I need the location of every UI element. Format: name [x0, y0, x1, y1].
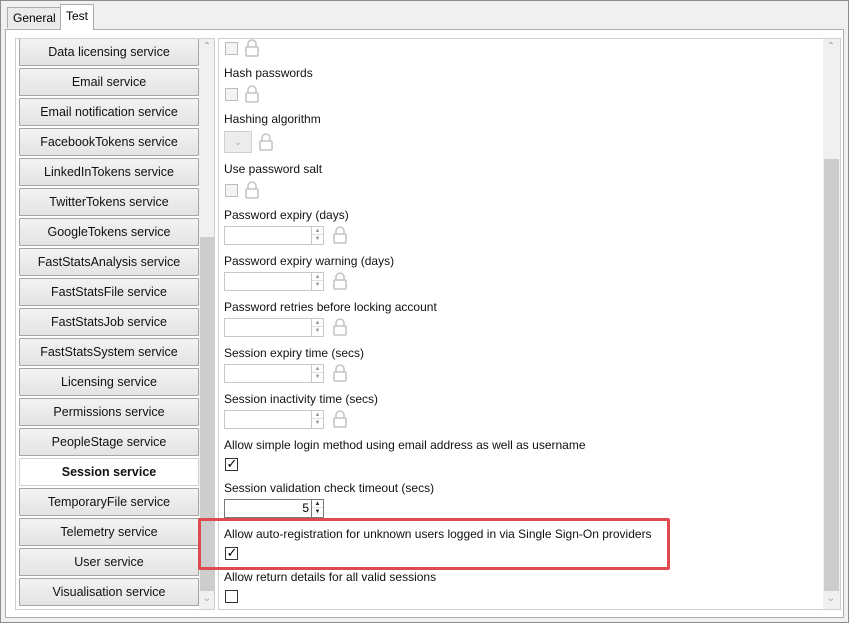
lock-icon[interactable] — [245, 85, 259, 103]
spin-down-icon[interactable]: ▼ — [312, 508, 323, 516]
password-retries-spinner[interactable]: ▲ ▼ — [311, 319, 323, 336]
lock-icon[interactable] — [245, 39, 259, 57]
allow-auto-registration-label: Allow auto-registration for unknown user… — [224, 527, 652, 541]
lock-icon[interactable] — [259, 133, 273, 151]
service-item-twitter-tokens[interactable]: TwitterTokens service — [19, 188, 199, 216]
password-expiry-spinner[interactable]: ▲ ▼ — [311, 227, 323, 244]
session-inactivity-spinner[interactable]: ▲ ▼ — [311, 411, 323, 428]
lock-icon[interactable] — [333, 226, 347, 244]
lock-icon[interactable] — [245, 181, 259, 199]
allow-simple-login-checkbox[interactable]: ✓ — [225, 456, 238, 471]
use-password-salt-checkbox[interactable] — [225, 184, 238, 197]
check-icon: ✓ — [226, 545, 238, 560]
password-retries-label: Password retries before locking account — [224, 300, 437, 314]
hash-passwords-checkbox[interactable] — [225, 88, 238, 101]
spin-up-icon[interactable]: ▲ — [312, 319, 323, 327]
session-expiry-label: Session expiry time (secs) — [224, 346, 365, 360]
service-item-google-tokens[interactable]: GoogleTokens service — [19, 218, 199, 246]
password-retries-field[interactable]: ▲ ▼ — [224, 318, 324, 337]
service-item-user[interactable]: User service — [19, 548, 199, 576]
hashing-algorithm-label: Hashing algorithm — [224, 112, 321, 126]
spin-up-icon[interactable]: ▲ — [312, 365, 323, 373]
service-item-faststats-analysis[interactable]: FastStatsAnalysis service — [19, 248, 199, 276]
tab-content-panel: Data licensing service Email service Ema… — [5, 29, 844, 618]
tab-test[interactable]: Test — [60, 4, 95, 30]
spin-up-icon[interactable]: ▲ — [312, 411, 323, 419]
hash-passwords-label: Hash passwords — [224, 66, 313, 80]
spin-up-icon[interactable]: ▲ — [312, 500, 323, 508]
session-validation-timeout-value: 5 — [302, 501, 309, 515]
allow-return-details-checkbox[interactable] — [225, 590, 238, 603]
service-item-email[interactable]: Email service — [19, 68, 199, 96]
service-list-scroll-thumb[interactable] — [200, 237, 214, 591]
session-expiry-field[interactable]: ▲ ▼ — [224, 364, 324, 383]
service-item-faststats-system[interactable]: FastStatsSystem service — [19, 338, 199, 366]
session-validation-timeout-label: Session validation check timeout (secs) — [224, 481, 435, 495]
lock-icon[interactable] — [333, 410, 347, 428]
use-password-salt-label: Use password salt — [224, 162, 323, 176]
settings-scrollbar[interactable]: ⌃ ⌄ — [823, 39, 840, 609]
service-list-scrollbar[interactable]: ⌃ ⌄ — [199, 39, 214, 609]
service-item-licensing[interactable]: Licensing service — [19, 368, 199, 396]
settings-scroll-thumb[interactable] — [824, 159, 839, 591]
spin-down-icon[interactable]: ▼ — [312, 281, 323, 289]
service-item-peoplestage[interactable]: PeopleStage service — [19, 428, 199, 456]
service-item-faststats-file[interactable]: FastStatsFile service — [19, 278, 199, 306]
allow-simple-login-label: Allow simple login method using email ad… — [224, 438, 586, 452]
session-inactivity-field[interactable]: ▲ ▼ — [224, 410, 324, 429]
service-item-session[interactable]: Session service — [19, 458, 199, 486]
password-expiry-field[interactable]: ▲ ▼ — [224, 226, 324, 245]
password-expiry-warning-field[interactable]: ▲ ▼ — [224, 272, 324, 291]
allow-return-details-label: Allow return details for all valid sessi… — [224, 570, 437, 584]
spin-up-icon[interactable]: ▲ — [312, 227, 323, 235]
settings-panel: Hash passwords Hashing algorithm ⌄ Use p… — [218, 38, 841, 610]
hashing-algorithm-dropdown[interactable]: ⌄ — [224, 131, 252, 153]
service-item-linkedin-tokens[interactable]: LinkedInTokens service — [19, 158, 199, 186]
service-item-temporary-file[interactable]: TemporaryFile service — [19, 488, 199, 516]
window: General Test Data licensing service Emai… — [0, 0, 849, 623]
spin-up-icon[interactable]: ▲ — [312, 273, 323, 281]
allow-auto-registration-checkbox[interactable]: ✓ — [225, 545, 238, 560]
service-item-visualisation[interactable]: Visualisation service — [19, 578, 199, 606]
session-validation-timeout-spinner[interactable]: ▲ ▼ — [311, 500, 323, 517]
scroll-up-icon[interactable]: ⌃ — [823, 39, 839, 55]
scroll-up-icon[interactable]: ⌃ — [199, 39, 214, 55]
service-item-telemetry[interactable]: Telemetry service — [19, 518, 199, 546]
top-checkbox[interactable] — [225, 42, 238, 55]
spin-down-icon[interactable]: ▼ — [312, 235, 323, 243]
session-validation-timeout-field[interactable]: 5 ▲ ▼ — [224, 499, 324, 518]
lock-icon[interactable] — [333, 272, 347, 290]
lock-icon[interactable] — [333, 318, 347, 336]
spin-down-icon[interactable]: ▼ — [312, 373, 323, 381]
password-expiry-label: Password expiry (days) — [224, 208, 349, 222]
spin-down-icon[interactable]: ▼ — [312, 419, 323, 427]
service-item-faststats-job[interactable]: FastStatsJob service — [19, 308, 199, 336]
password-expiry-warning-spinner[interactable]: ▲ ▼ — [311, 273, 323, 290]
password-expiry-warning-label: Password expiry warning (days) — [224, 254, 395, 268]
scroll-down-icon[interactable]: ⌄ — [823, 591, 839, 607]
service-item-facebook-tokens[interactable]: FacebookTokens service — [19, 128, 199, 156]
lock-icon[interactable] — [333, 364, 347, 382]
service-list: Data licensing service Email service Ema… — [15, 38, 215, 610]
session-expiry-spinner[interactable]: ▲ ▼ — [311, 365, 323, 382]
scroll-down-icon[interactable]: ⌄ — [199, 591, 214, 607]
session-inactivity-label: Session inactivity time (secs) — [224, 392, 379, 406]
service-item-email-notification[interactable]: Email notification service — [19, 98, 199, 126]
check-icon: ✓ — [226, 456, 238, 471]
service-item-data-licensing[interactable]: Data licensing service — [19, 39, 199, 66]
service-item-permissions[interactable]: Permissions service — [19, 398, 199, 426]
chevron-down-icon: ⌄ — [234, 137, 242, 147]
spin-down-icon[interactable]: ▼ — [312, 327, 323, 335]
tab-general[interactable]: General — [7, 7, 62, 28]
